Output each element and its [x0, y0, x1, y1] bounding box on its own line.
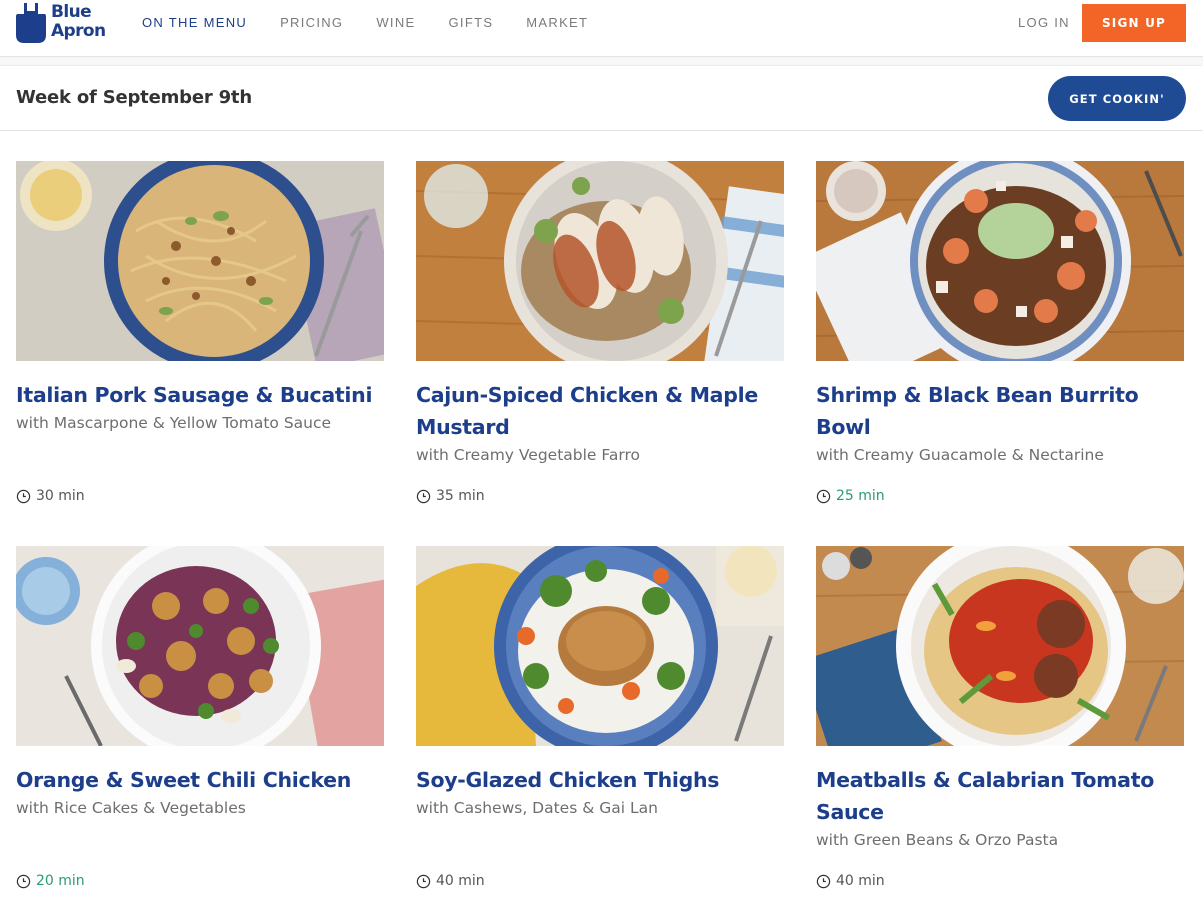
recipe-time: 30 min [16, 488, 85, 504]
recipe-card[interactable]: Cajun-Spiced Chicken & Maple Mustard wit… [416, 161, 784, 504]
nav-on-the-menu[interactable]: ON THE MENU [142, 15, 247, 31]
recipe-card[interactable]: Shrimp & Black Bean Burrito Bowl with Cr… [816, 161, 1184, 504]
apron-icon [16, 3, 46, 43]
recipe-subtitle: with Green Beans & Orzo Pasta [816, 831, 1059, 849]
nav-gifts[interactable]: GIFTS [449, 15, 494, 31]
recipe-card[interactable]: Soy-Glazed Chicken Thighs with Cashews, … [416, 546, 784, 889]
recipe-time: 35 min [416, 488, 485, 504]
top-navigation: Blue Apron ON THE MENU PRICING WINE GIFT… [0, 0, 1203, 57]
recipe-title[interactable]: Meatballs & Calabrian Tomato Sauce [816, 764, 1184, 828]
clock-icon [16, 489, 31, 503]
recipe-subtitle: with Mascarpone & Yellow Tomato Sauce [16, 414, 332, 432]
recipe-card[interactable]: Orange & Sweet Chili Chicken with Rice C… [16, 546, 384, 889]
recipe-card[interactable]: Italian Pork Sausage & Bucatini with Mas… [16, 161, 384, 504]
recipe-photo-pork-sausage-bucatini[interactable] [16, 161, 384, 361]
recipe-time-value: 25 min [836, 488, 885, 504]
week-bar: Week of September 9th GET COOKIN' [0, 66, 1203, 131]
nav-divider [0, 57, 1203, 66]
brand-line-1: Blue [51, 2, 92, 22]
nav-market[interactable]: MARKET [526, 15, 588, 31]
brand-wordmark: Blue Apron [51, 3, 106, 41]
recipe-title[interactable]: Shrimp & Black Bean Burrito Bowl [816, 379, 1184, 443]
recipe-subtitle: with Creamy Guacamole & Nectarine [816, 446, 1104, 464]
recipe-photo-orange-chili-chicken[interactable] [16, 546, 384, 746]
login-link[interactable]: LOG IN [1018, 15, 1070, 31]
recipe-subtitle: with Cashews, Dates & Gai Lan [416, 799, 658, 817]
clock-icon [16, 874, 31, 888]
recipe-title[interactable]: Italian Pork Sausage & Bucatini [16, 379, 384, 411]
recipe-time-value: 40 min [436, 873, 485, 889]
recipe-photo-soy-glazed-chicken[interactable] [416, 546, 784, 746]
recipe-card[interactable]: Meatballs & Calabrian Tomato Sauce with … [816, 546, 1184, 889]
recipe-subtitle: with Rice Cakes & Vegetables [16, 799, 246, 817]
get-cookin-button[interactable]: GET COOKIN' [1048, 76, 1186, 121]
nav-wine[interactable]: WINE [376, 15, 415, 31]
recipe-title[interactable]: Orange & Sweet Chili Chicken [16, 764, 384, 796]
recipe-photo-cajun-chicken[interactable] [416, 161, 784, 361]
recipe-time-value: 35 min [436, 488, 485, 504]
recipe-time-value: 40 min [836, 873, 885, 889]
recipe-time: 25 min [816, 488, 885, 504]
week-title: Week of September 9th [16, 87, 252, 108]
clock-icon [816, 489, 831, 503]
main-menu: ON THE MENU PRICING WINE GIFTS MARKET [142, 15, 621, 31]
recipe-photo-shrimp-burrito-bowl[interactable] [816, 161, 1184, 361]
recipe-time: 40 min [816, 873, 885, 889]
sign-up-button[interactable]: SIGN UP [1082, 4, 1186, 42]
nav-pricing[interactable]: PRICING [280, 15, 343, 31]
recipe-time: 20 min [16, 873, 85, 889]
recipe-title[interactable]: Soy-Glazed Chicken Thighs [416, 764, 784, 796]
recipe-time: 40 min [416, 873, 485, 889]
brand-line-2: Apron [51, 21, 106, 41]
blue-apron-logo[interactable]: Blue Apron [16, 0, 106, 44]
recipe-subtitle: with Creamy Vegetable Farro [416, 446, 641, 464]
recipe-title[interactable]: Cajun-Spiced Chicken & Maple Mustard [416, 379, 784, 443]
recipe-photo-meatballs-calabrian[interactable] [816, 546, 1184, 746]
recipe-time-value: 30 min [36, 488, 85, 504]
clock-icon [816, 874, 831, 888]
recipe-time-value: 20 min [36, 873, 85, 889]
clock-icon [416, 874, 431, 888]
clock-icon [416, 489, 431, 503]
